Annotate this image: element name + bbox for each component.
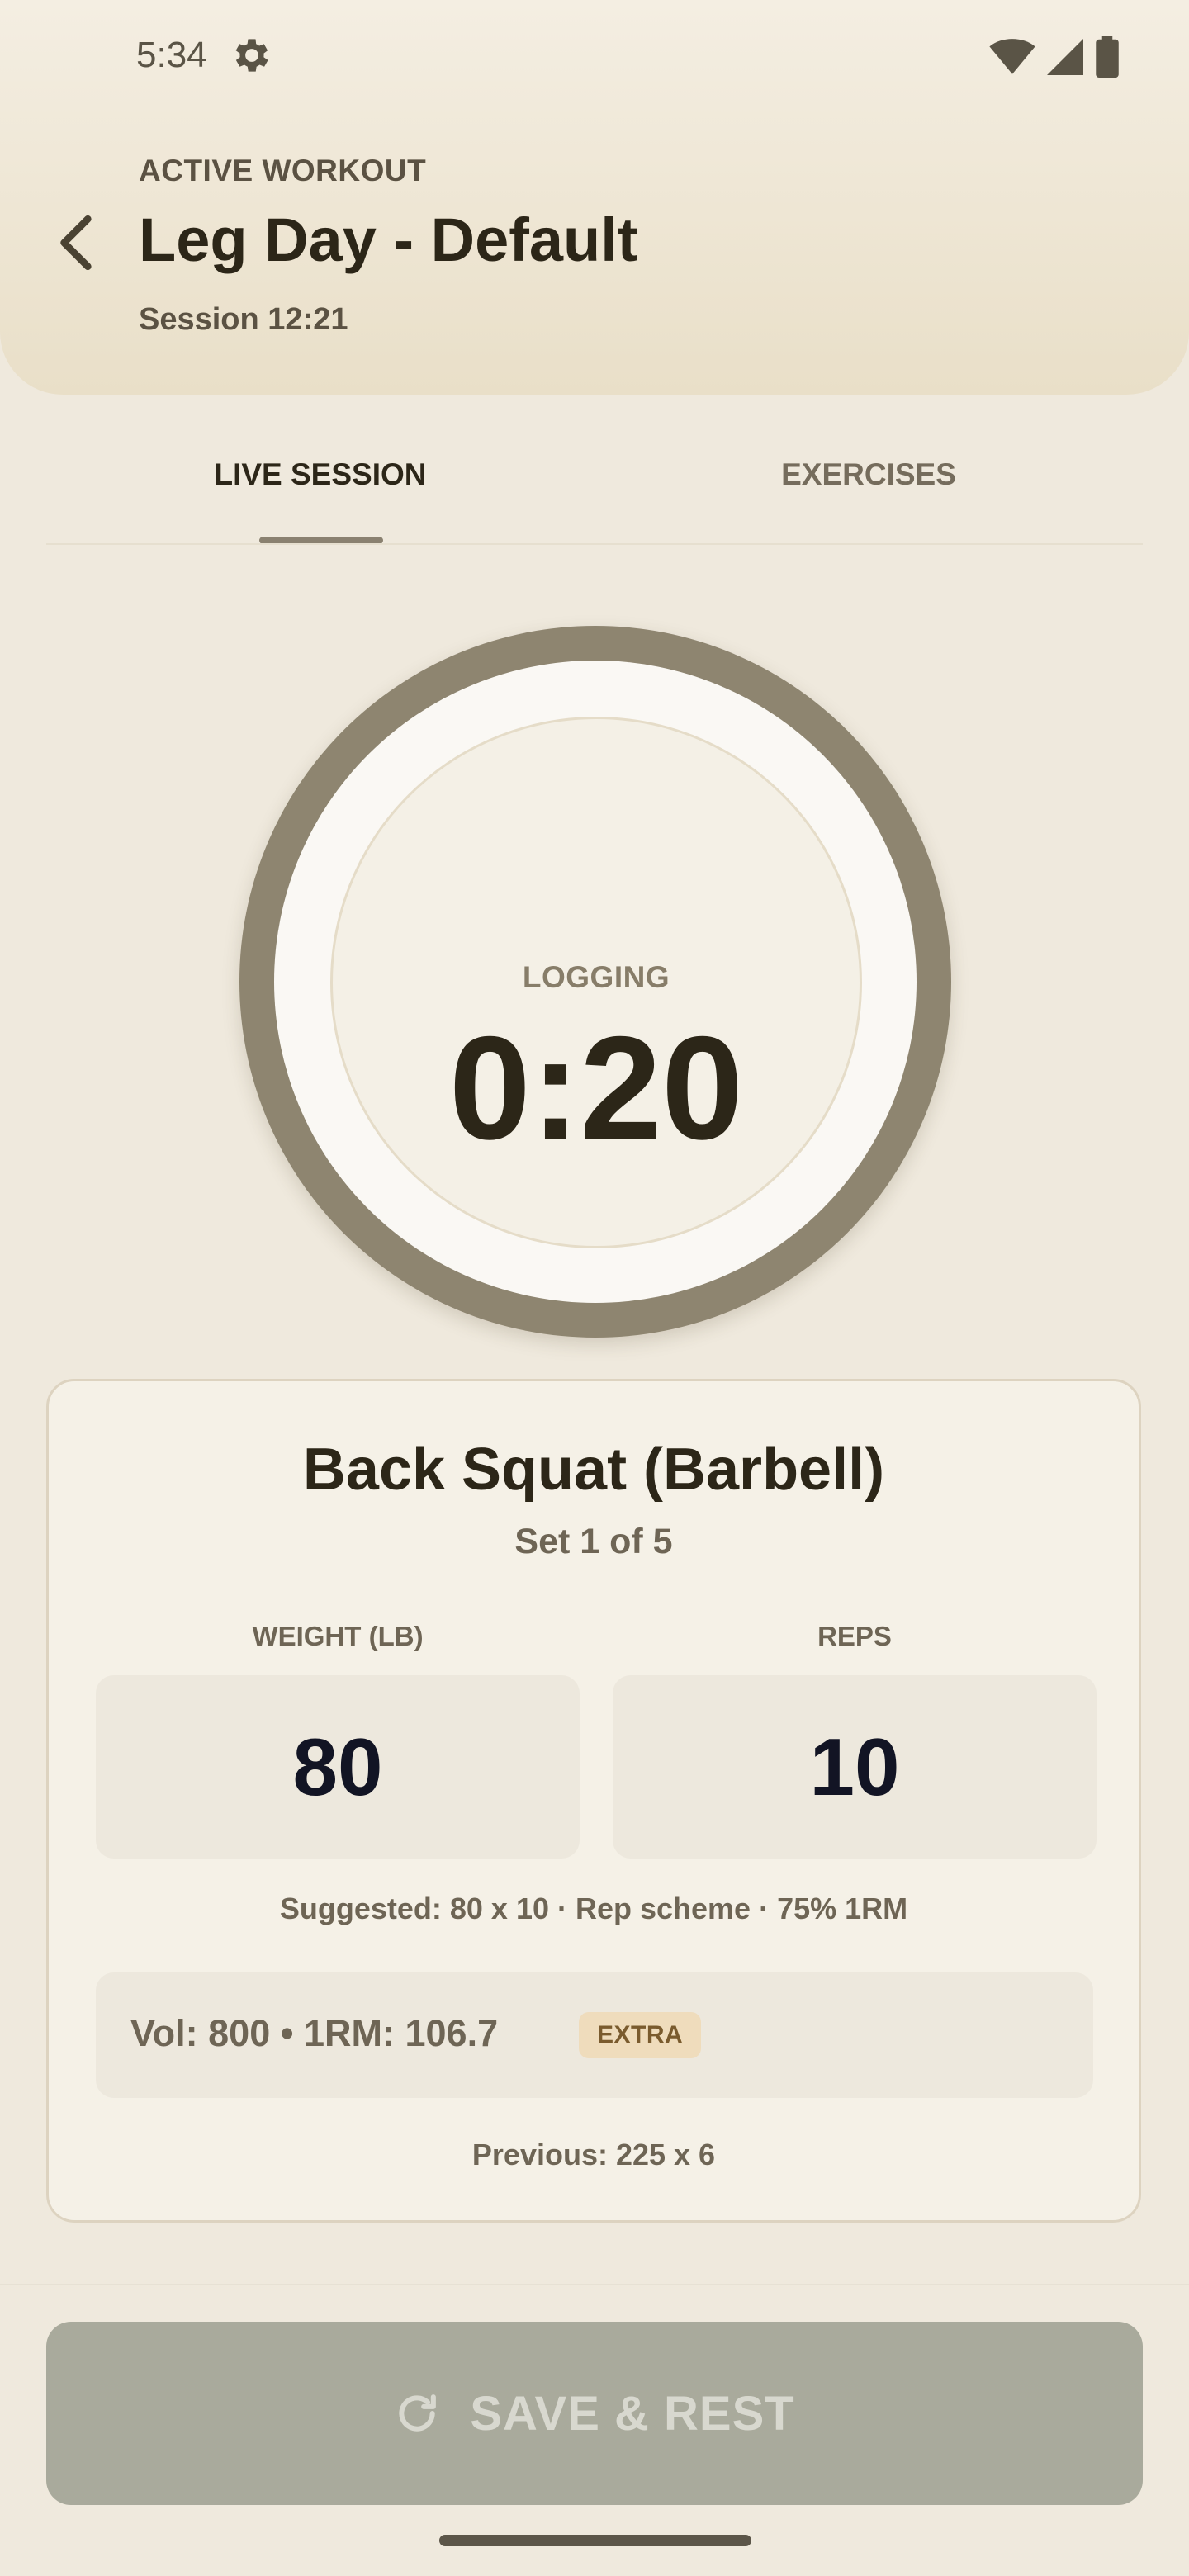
suggested-text: Suggested: 80 x 10 · Rep scheme · 75% 1R…: [279, 1892, 908, 1925]
volume-stats: Vol: 800 • 1RM: 106.7: [130, 2012, 499, 2054]
timer-label: LOGGING: [522, 960, 670, 994]
back-button[interactable]: [48, 208, 102, 277]
previous-set: Previous: 225 x 6: [471, 2138, 716, 2171]
tab-bar: LIVE SESSION EXERCISES: [46, 429, 1143, 545]
header-eyebrow: ACTIVE WORKOUT: [139, 154, 427, 187]
timer-inner-circle: LOGGING 0:20: [330, 717, 862, 1248]
status-icons: [989, 36, 1120, 78]
status-time: 5:34: [136, 35, 207, 75]
weight-label: WEIGHT (LB): [252, 1621, 424, 1651]
save-rest-label: SAVE & REST: [470, 2386, 795, 2441]
timer-ring: LOGGING 0:20: [239, 626, 951, 1338]
timer-ring-face: LOGGING 0:20: [274, 661, 917, 1303]
exercise-card: Back Squat (Barbell) Set 1 of 5 WEIGHT (…: [46, 1379, 1141, 2223]
timer-value: 0:20: [448, 1006, 744, 1170]
header: 5:34 ACTIVE WORKOUT Leg Day - Default Se…: [0, 0, 1189, 395]
reps-input[interactable]: 10: [613, 1675, 1097, 1859]
tab-exercises[interactable]: EXERCISES: [594, 457, 1143, 492]
extra-badge: EXTRA: [579, 2012, 702, 2058]
exercise-name: Back Squat (Barbell): [302, 1437, 885, 1503]
stats-box: Vol: 800 • 1RM: 106.7 EXTRA: [96, 1972, 1093, 2098]
session-label: Session 12:21: [139, 302, 348, 337]
page-title: Leg Day - Default: [139, 206, 638, 274]
reps-label: REPS: [817, 1621, 892, 1651]
save-rest-button[interactable]: SAVE & REST: [46, 2322, 1143, 2505]
tab-live-session[interactable]: LIVE SESSION: [46, 457, 594, 492]
chevron-left-icon: [60, 215, 92, 271]
bottom-divider: [0, 2284, 1189, 2285]
battery-icon: [1096, 36, 1119, 78]
home-indicator[interactable]: [439, 2535, 751, 2546]
signal-icon: [1047, 39, 1083, 75]
workout-screen: 5:34 ACTIVE WORKOUT Leg Day - Default Se…: [0, 0, 1189, 2576]
gear-icon: [235, 39, 268, 72]
set-counter: Set 1 of 5: [514, 1522, 673, 1561]
weight-input[interactable]: 80: [96, 1675, 580, 1859]
tab-divider: [46, 543, 1143, 545]
wifi-icon: [989, 39, 1035, 74]
refresh-icon: [399, 2394, 437, 2432]
